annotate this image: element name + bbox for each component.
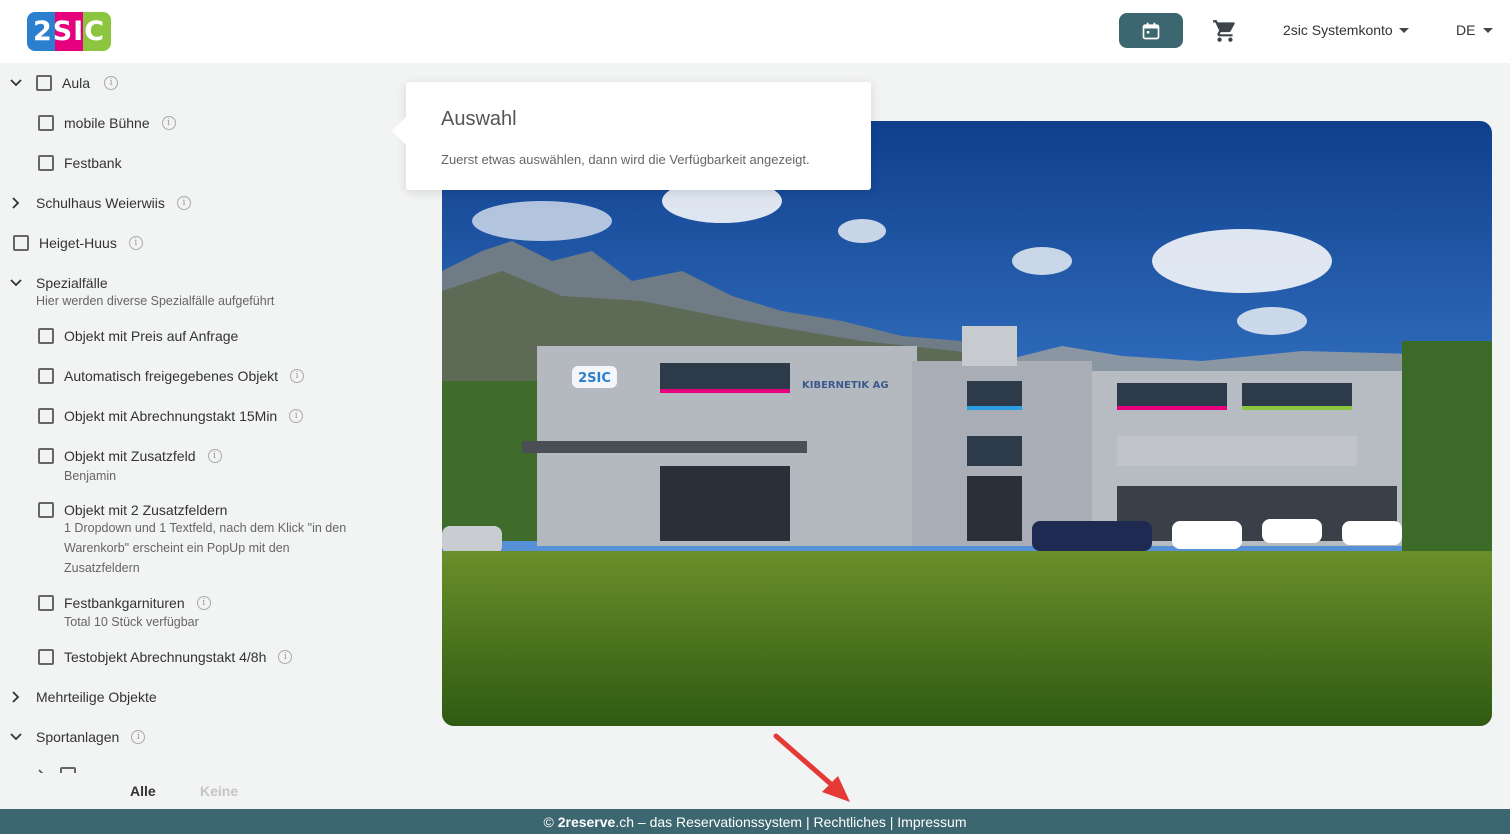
select-all-button[interactable]: Alle (130, 783, 156, 799)
chevron-down-icon[interactable] (8, 75, 24, 91)
language-label: DE (1456, 22, 1476, 38)
tree-item-label: Mehrteilige Objekte (36, 689, 157, 705)
tree-item-description: Benjamin (64, 469, 117, 483)
logo[interactable]: 2SIC (27, 12, 111, 51)
tree-item-label: Heiget-Huus (39, 235, 117, 251)
tree-item-label: Festbank (64, 155, 122, 171)
tree-item-label: mobile Bühne (64, 115, 150, 131)
tree-item-description: 1 Dropdown und 1 Textfeld, nach dem Klic… (64, 521, 347, 535)
footer-text[interactable]: .ch – das Reservationssystem | Rechtlich… (615, 814, 966, 830)
tree-item-label: Festbankgarnituren (64, 595, 185, 611)
tree-item-mobile-buehne[interactable]: mobile Bühne i (38, 115, 176, 131)
footer-brand-link[interactable]: 2reserve (558, 814, 616, 830)
tree-item-festbankgarnituren[interactable]: Festbankgarnituren i (38, 595, 211, 611)
tree-item-label: Spezialfälle (36, 275, 108, 291)
checkbox[interactable] (38, 368, 54, 384)
info-icon[interactable]: i (161, 116, 176, 130)
tree-item-zwei-zusatz[interactable]: Objekt mit 2 Zusatzfeldern (38, 502, 227, 518)
tree-item-label: Sportanlagen (36, 729, 120, 745)
tree-item-sport[interactable]: Sportanlagen i (8, 729, 146, 745)
chevron-down-icon (1483, 27, 1494, 33)
chevron-down-icon[interactable] (8, 729, 24, 745)
checkbox[interactable] (38, 115, 54, 131)
tree-item-description: Hier werden diverse Spezialfälle aufgefü… (36, 294, 275, 308)
checkbox[interactable] (38, 649, 54, 665)
tree-item-festbank[interactable]: Festbank (38, 155, 122, 171)
tree-item-label: Objekt mit Zusatzfeld (64, 448, 196, 464)
tree-item-label: Objekt mit 2 Zusatzfeldern (64, 502, 228, 518)
cart-icon[interactable] (1212, 18, 1238, 44)
checkbox[interactable] (38, 595, 54, 611)
checkbox[interactable] (38, 448, 54, 464)
info-icon[interactable]: i (290, 369, 305, 383)
tree-item-schulhaus[interactable]: Schulhaus Weierwiis i (8, 195, 191, 211)
calendar-icon (1142, 22, 1160, 39)
tree-item-preis-anfrage[interactable]: Objekt mit Preis auf Anfrage (38, 328, 238, 344)
tree-item-label: Objekt mit Abrechnungstakt 15Min (64, 408, 278, 424)
account-menu[interactable]: 2sic Systemkonto (1283, 22, 1409, 38)
popover-body: Zuerst etwas auswählen, dann wird die Ve… (441, 152, 810, 167)
tree-item-label: Aula (62, 75, 91, 91)
tree-item-heiget[interactable]: Heiget-Huus i (13, 235, 143, 251)
chevron-right-icon[interactable] (8, 689, 24, 705)
top-bar: 2SIC 2sic Systemkonto DE (0, 0, 1510, 63)
chevron-down-icon (1398, 27, 1409, 33)
select-tabs: Alle Keine (0, 773, 400, 809)
info-icon[interactable]: i (131, 730, 146, 744)
arrow-icon (773, 733, 850, 802)
info-icon[interactable]: i (176, 196, 191, 210)
tree-item-mehrteilig[interactable]: Mehrteilige Objekte (8, 689, 157, 705)
building-photo: 2SIC KIBERNETIK AG (442, 121, 1492, 726)
tree-item-auto-frei[interactable]: Automatisch freigegebenes Objekt i (38, 368, 305, 384)
chevron-down-icon[interactable] (8, 275, 24, 291)
tree-item-description: Zusatzfeldern (64, 561, 140, 575)
popover-title: Auswahl (441, 108, 517, 130)
account-label: 2sic Systemkonto (1283, 22, 1393, 38)
copyright-symbol: © (543, 813, 554, 830)
tree-item-description: Total 10 Stück verfügbar (64, 615, 199, 629)
checkbox[interactable] (38, 328, 54, 344)
info-icon[interactable]: i (207, 449, 222, 463)
footer: © 2reserve .ch – das Reservationssystem |… (0, 809, 1510, 834)
info-icon[interactable]: i (104, 76, 119, 90)
checkbox[interactable] (38, 155, 54, 171)
selection-popover: Auswahl Zuerst etwas auswählen, dann wir… (392, 82, 871, 190)
select-none-button[interactable]: Keine (200, 783, 238, 799)
tree-item-label: Automatisch freigegebenes Objekt (64, 368, 279, 384)
calendar-button[interactable] (1119, 13, 1183, 48)
info-icon[interactable]: i (278, 650, 293, 664)
tree-item-label: Testobjekt Abrechnungstakt 4/8h (64, 649, 267, 665)
tree-item-zusatzfeld[interactable]: Objekt mit Zusatzfeld i (38, 448, 222, 464)
checkbox[interactable] (13, 235, 29, 251)
checkbox[interactable] (38, 408, 54, 424)
resource-tree: Aula i mobile Bühne i Festbank Schulhaus… (0, 63, 400, 773)
checkbox[interactable] (36, 75, 52, 91)
info-icon[interactable]: i (128, 236, 143, 250)
tree-item-testobjekt[interactable]: Testobjekt Abrechnungstakt 4/8h i (38, 649, 293, 665)
info-icon[interactable]: i (289, 409, 304, 423)
tree-item-description: Warenkorb" erscheint ein PopUp mit den (64, 541, 290, 555)
checkbox[interactable] (38, 502, 54, 518)
tree-item-aula[interactable]: Aula i (8, 75, 119, 91)
info-icon[interactable]: i (196, 596, 211, 610)
photo-logo-text: 2SIC (578, 371, 611, 386)
chevron-right-icon[interactable] (8, 195, 24, 211)
tree-item-takt15[interactable]: Objekt mit Abrechnungstakt 15Min i (38, 408, 304, 424)
facade-sign: KIBERNETIK AG (802, 380, 889, 391)
tree-item-spezial[interactable]: Spezialfälle (8, 275, 108, 291)
logo-text: 2SIC (32, 16, 106, 47)
tree-item-label: Objekt mit Preis auf Anfrage (64, 328, 239, 344)
language-menu[interactable]: DE (1456, 22, 1494, 38)
tree-item-label: Schulhaus Weierwiis (36, 195, 165, 211)
